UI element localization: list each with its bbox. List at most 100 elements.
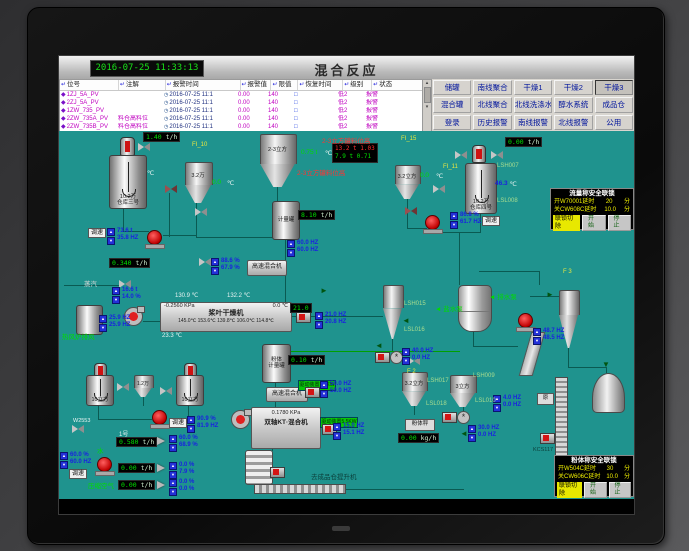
motor[interactable] bbox=[305, 387, 320, 398]
hopper-small[interactable]: 1.2万 bbox=[134, 375, 152, 396]
blower-fan[interactable] bbox=[231, 410, 250, 429]
nav-button[interactable]: 南线报警 bbox=[514, 115, 552, 130]
setpoint-pair[interactable]: ▲▼50.0 HZ50.0 HZ bbox=[320, 381, 351, 398]
agitator-motor[interactable] bbox=[472, 145, 486, 163]
speed-button[interactable]: 调速 bbox=[169, 418, 187, 428]
stop-button[interactable]: 停止 bbox=[609, 482, 632, 498]
nav-button[interactable]: 南线聚合 bbox=[473, 80, 511, 95]
alarm-row[interactable]: ◆1ZW_735_PV◷2016-07-25 11:10.00140□低2报警 bbox=[60, 107, 423, 115]
scrollbar-thumb[interactable] bbox=[424, 87, 431, 103]
setpoint-pair[interactable]: ▲▼48.7 HZ48.5 HZ bbox=[533, 328, 564, 345]
nav-button[interactable]: 干燥1 bbox=[514, 80, 552, 95]
alarm-header-cell[interactable]: ↵限值 bbox=[271, 80, 298, 90]
paddle-dryer[interactable]: -0.2560 KPa 0.0 ℃ 桨叶干燥机 145.0℃ 153.6℃ 13… bbox=[160, 302, 292, 332]
hopper-5[interactable]: 3立方 bbox=[450, 375, 475, 406]
alarm-row[interactable]: ◆2ZJ_5A_PV◷2016-07-25 11:10.00140□低2报警 bbox=[60, 99, 423, 107]
interlock-cut-button[interactable]: 联锁切除 bbox=[553, 215, 580, 231]
valve[interactable] bbox=[455, 151, 467, 160]
three-way-valve[interactable] bbox=[165, 185, 177, 194]
alarm-table-scrollbar[interactable]: ▴▾ bbox=[422, 79, 432, 133]
setpoint-pair[interactable]: ▲▼60.0 HZ60.0 HZ bbox=[287, 240, 318, 257]
motor[interactable] bbox=[375, 352, 390, 363]
stop-button[interactable]: 停止 bbox=[608, 215, 632, 231]
mix-tank-2[interactable]: 10立方 bbox=[176, 375, 204, 406]
speed-button[interactable]: 调速 bbox=[69, 469, 87, 479]
valve[interactable] bbox=[199, 258, 211, 267]
hopper-4[interactable]: 3.2立方 bbox=[402, 372, 426, 405]
product-silo[interactable] bbox=[592, 373, 625, 413]
start-button[interactable]: 开始 bbox=[582, 215, 606, 231]
valve[interactable] bbox=[117, 383, 129, 392]
pump[interactable] bbox=[425, 215, 440, 230]
metering-tank[interactable]: 计量罐 bbox=[272, 201, 300, 240]
nav-button[interactable]: 北线聚合 bbox=[473, 97, 511, 112]
nav-button[interactable]: 成品仓 bbox=[595, 97, 633, 112]
setpoint-pair[interactable]: ▲▼21.0 HZ20.8 HZ bbox=[315, 312, 346, 329]
nav-button[interactable]: 储罐 bbox=[433, 80, 471, 95]
setpoint-pair[interactable]: ▲▼30.0 HZ0.0 HZ bbox=[468, 425, 499, 442]
setpoint-pair[interactable]: ▲▼0.0 %7.9 % bbox=[169, 462, 194, 479]
setpoint-pair[interactable]: ▲▼4.0 HZ0.0 HZ bbox=[493, 395, 521, 412]
valve[interactable] bbox=[491, 151, 503, 160]
motor[interactable] bbox=[270, 467, 285, 478]
valve[interactable] bbox=[138, 143, 150, 152]
gate-box[interactable]: 原 bbox=[537, 393, 554, 405]
twin-shaft-mixer[interactable]: 0.1780 KPa 双轴KT·混合机 bbox=[251, 407, 321, 449]
alarm-row[interactable]: ◆2ZW_735B_PV料仓高料位◷2016-07-25 11:10.00140… bbox=[60, 123, 423, 131]
agitator-motor[interactable] bbox=[120, 137, 135, 156]
speed-button[interactable]: 调速 bbox=[482, 216, 500, 226]
nav-button[interactable]: 干燥2 bbox=[554, 80, 592, 95]
conveyor[interactable] bbox=[254, 484, 346, 494]
setpoint-pair[interactable]: ▲▼90.9 %81.9 HZ bbox=[187, 416, 218, 433]
setpoint-pair[interactable]: ▲▼16.6 t14.0 % bbox=[112, 287, 141, 304]
interlock-cut-button[interactable]: 联锁切除 bbox=[557, 482, 582, 498]
setpoint-pair[interactable]: ▲▼86.8 %61.7 HZ bbox=[450, 212, 481, 229]
nav-button[interactable]: 公用 bbox=[595, 115, 633, 130]
alarm-header-cell[interactable]: ↵恢复时间 bbox=[298, 80, 343, 90]
nav-button[interactable]: 登录 bbox=[433, 115, 471, 130]
mix-tank-1[interactable]: 10立方 bbox=[86, 375, 114, 406]
bucket-elevator[interactable] bbox=[555, 377, 568, 456]
setpoint-pair[interactable]: ▲▼88.6 %67.9 % bbox=[211, 258, 240, 275]
nav-button[interactable]: 北线洗涤水 bbox=[514, 97, 552, 112]
storage-tank-3[interactable]: 10.2万 仓库三号 bbox=[109, 155, 147, 209]
alarm-header-cell[interactable]: ↵状态 bbox=[372, 80, 423, 90]
setpoint-pair[interactable]: ▲▼73.6 t35.8 HZ bbox=[107, 228, 138, 245]
start-button[interactable]: 开始 bbox=[584, 482, 607, 498]
nav-button[interactable]: 历史报警 bbox=[473, 115, 511, 130]
motor[interactable] bbox=[296, 312, 311, 323]
nav-button[interactable]: 混合罐 bbox=[433, 97, 471, 112]
setpoint-pair[interactable]: ▲▼15.0 HZ15.1 HZ bbox=[333, 423, 364, 440]
alarm-header-cell[interactable]: ↵位号 bbox=[60, 80, 119, 90]
setpoint-pair[interactable]: ▲▼60.0 %60.0 HZ bbox=[60, 452, 91, 469]
setpoint-pair[interactable]: ▲▼25.9 HZ25.9 HZ bbox=[99, 315, 130, 332]
rotary-feeder[interactable] bbox=[245, 450, 273, 485]
pump[interactable] bbox=[518, 313, 533, 328]
motor[interactable] bbox=[540, 433, 555, 444]
valve[interactable] bbox=[405, 207, 417, 216]
nav-button[interactable]: 干燥3 bbox=[595, 80, 633, 95]
speed-button[interactable]: 调速 bbox=[88, 228, 106, 238]
hopper-1[interactable]: 3.2万 bbox=[185, 162, 211, 202]
setpoint-pair[interactable]: ▲▼40.0 HZ0.0 HZ bbox=[402, 348, 433, 365]
alarm-table[interactable]: ↵位号↵注解↵报警时间↵报警值↵限值↵恢复时间↵级别↵状态 ◆1ZJ_5A_PV… bbox=[59, 79, 424, 133]
motor[interactable] bbox=[442, 412, 457, 423]
powder-scale-box[interactable]: 粉体秤 bbox=[405, 419, 435, 431]
alarm-header-cell[interactable]: ↵报警值 bbox=[241, 80, 272, 90]
valve[interactable] bbox=[160, 387, 172, 396]
setpoint-pair[interactable]: ▲▼60.0 %68.9 % bbox=[169, 435, 198, 452]
valve[interactable] bbox=[433, 185, 445, 194]
valve[interactable] bbox=[72, 425, 84, 434]
powder-metering-tank[interactable]: 粉体 计量罐 bbox=[262, 344, 291, 383]
nav-button[interactable]: 北线报警 bbox=[554, 115, 592, 130]
setpoint-pair[interactable]: ▲▼0.0 %0.0 % bbox=[169, 479, 194, 496]
valve[interactable] bbox=[195, 208, 207, 217]
cyclone-1[interactable] bbox=[383, 285, 402, 338]
alarm-row[interactable]: ◆2ZW_735A_PV料仓高料位◷2016-07-25 11:10.00140… bbox=[60, 115, 423, 123]
pump[interactable] bbox=[152, 410, 167, 425]
high-speed-mixer-top[interactable]: 高速混合机 bbox=[247, 260, 287, 276]
nav-button[interactable]: 醇水系统 bbox=[554, 97, 592, 112]
water-vessel[interactable] bbox=[458, 285, 492, 332]
pump[interactable] bbox=[97, 457, 112, 472]
storage-tank-4[interactable]: 10.2万 仓库四号 bbox=[465, 163, 497, 214]
